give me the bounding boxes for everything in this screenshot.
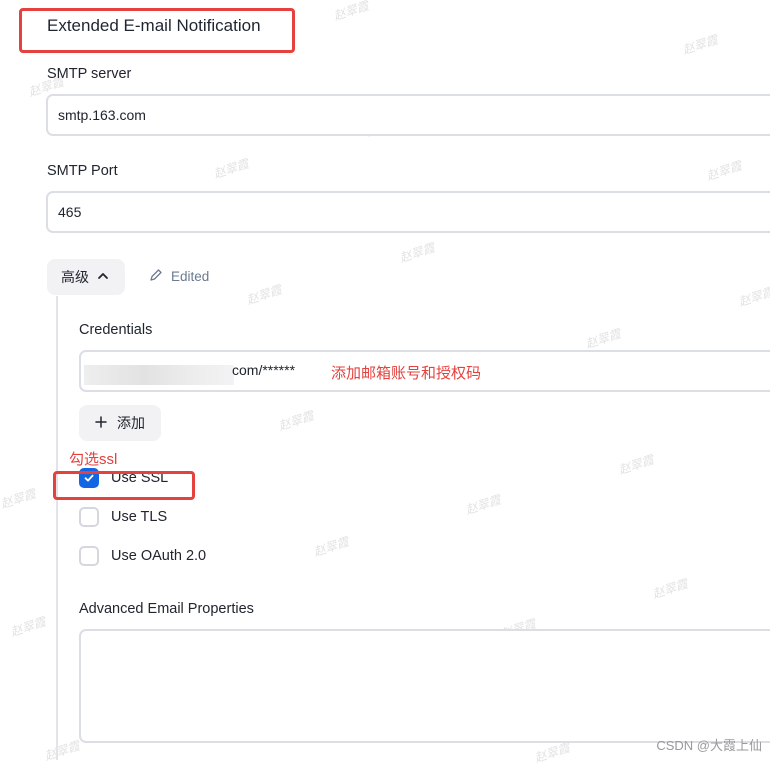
watermark: 赵翠霞 (211, 156, 251, 182)
watermark: 赵翠霞 (463, 492, 503, 518)
use-tls-label: Use TLS (111, 509, 168, 525)
add-credentials-button[interactable]: 添加 (79, 405, 161, 441)
advanced-toggle-label: 高级 (61, 269, 89, 285)
ssl-annotation: 勾选ssl (69, 451, 118, 468)
edited-indicator: Edited (149, 268, 209, 285)
use-tls-checkbox[interactable] (79, 507, 99, 527)
watermark: 赵翠霞 (0, 486, 38, 512)
watermark: 赵翠霞 (704, 158, 744, 184)
watermark: 赵翠霞 (616, 452, 656, 478)
watermark: 赵翠霞 (397, 240, 437, 266)
credentials-label: Credentials (79, 322, 153, 338)
edited-label: Edited (171, 269, 210, 284)
advanced-props-label: Advanced Email Properties (79, 601, 254, 617)
watermark: 赵翠霞 (276, 408, 316, 434)
chevron-up-icon (97, 269, 109, 285)
watermark: 赵翠霞 (680, 32, 720, 58)
watermark: 赵翠霞 (8, 614, 48, 640)
credentials-value: com/****** (232, 362, 296, 378)
smtp-server-input[interactable] (46, 94, 770, 136)
use-oauth-checkbox[interactable] (79, 546, 99, 566)
use-tls-option[interactable]: Use TLS (79, 507, 167, 527)
pencil-icon (149, 268, 163, 285)
watermark: 赵翠霞 (583, 326, 623, 352)
use-oauth-label: Use OAuth 2.0 (111, 548, 207, 564)
smtp-server-label: SMTP server (47, 66, 132, 82)
add-button-label: 添加 (117, 415, 145, 431)
advanced-toggle-button[interactable]: 高级 (47, 259, 125, 295)
smtp-port-input[interactable] (46, 191, 770, 233)
watermark: 赵翠霞 (311, 534, 351, 560)
watermark: 赵翠霞 (650, 576, 690, 602)
ssl-highlight-box (53, 471, 195, 500)
plus-icon (95, 415, 107, 431)
advanced-section-rule (56, 296, 58, 760)
footer-credit: CSDN @大霞上仙 (656, 738, 762, 753)
credentials-annotation: 添加邮箱账号和授权码 (331, 365, 482, 382)
watermark: 赵翠霞 (736, 284, 770, 310)
redacted-username (84, 365, 234, 385)
watermark: 赵翠霞 (244, 282, 284, 308)
smtp-port-label: SMTP Port (47, 163, 118, 179)
watermark: 赵翠霞 (42, 738, 82, 764)
use-oauth-option[interactable]: Use OAuth 2.0 (79, 546, 206, 566)
advanced-props-textarea[interactable] (79, 629, 770, 743)
title-highlight-box (19, 8, 295, 53)
watermark: 赵翠霞 (331, 0, 371, 24)
